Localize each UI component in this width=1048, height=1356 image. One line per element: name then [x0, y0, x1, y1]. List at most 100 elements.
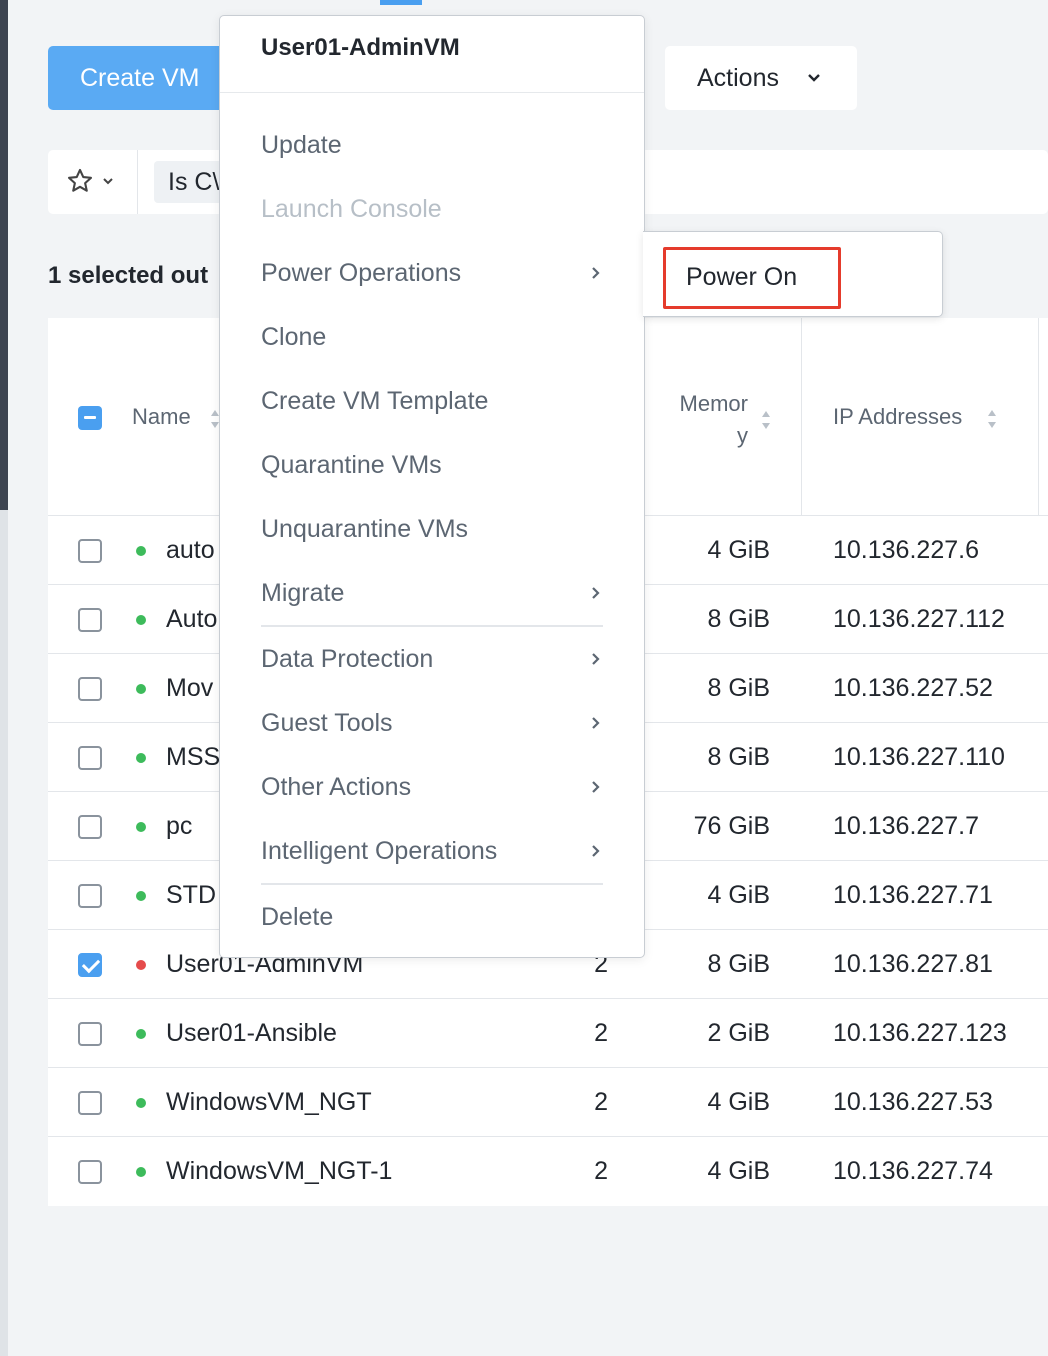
- menu-item-label: Intelligent Operations: [261, 837, 498, 865]
- vm-ip-address: 10.136.227.71: [833, 881, 993, 909]
- menu-item-launch-console: Launch Console: [220, 180, 644, 240]
- column-header-name[interactable]: Name: [132, 404, 191, 430]
- selection-summary: 1 selected out: [48, 262, 209, 289]
- vm-ip-address: 10.136.227.52: [833, 674, 993, 702]
- menu-item-label: Clone: [261, 323, 327, 351]
- chevron-right-icon: [590, 260, 600, 292]
- row-checkbox[interactable]: [78, 953, 102, 977]
- menu-item-guest-tools[interactable]: Guest Tools: [220, 694, 644, 754]
- vm-name[interactable]: WindowsVM_NGT-1: [166, 1157, 392, 1186]
- left-nav-edge: [0, 0, 8, 1356]
- menu-item-quarantine-vms[interactable]: Quarantine VMs: [220, 436, 644, 496]
- menu-item-clone[interactable]: Clone: [220, 308, 644, 368]
- power-status-indicator: [136, 1167, 146, 1177]
- vm-name[interactable]: Auto: [166, 605, 217, 634]
- row-checkbox[interactable]: [78, 539, 102, 563]
- vm-vcpu: 2: [594, 1019, 608, 1047]
- row-checkbox[interactable]: [78, 1091, 102, 1115]
- menu-divider: [261, 625, 603, 627]
- vm-memory: 8 GiB: [707, 674, 770, 702]
- chevron-right-icon: [590, 580, 600, 612]
- chevron-right-icon: [590, 646, 600, 678]
- menu-item-label: Other Actions: [261, 773, 412, 801]
- star-icon: [66, 167, 94, 200]
- vm-name[interactable]: WindowsVM_NGT: [166, 1088, 372, 1117]
- vm-ip-address: 10.136.227.110: [833, 743, 1005, 771]
- vm-memory: 2 GiB: [707, 1019, 770, 1047]
- menu-item-data-protection[interactable]: Data Protection: [220, 630, 644, 690]
- row-checkbox[interactable]: [78, 884, 102, 908]
- power-status-indicator: [136, 684, 146, 694]
- vm-name[interactable]: auto: [166, 536, 215, 565]
- table-row[interactable]: WindowsVM_NGT-1 2 4 GiB 10.136.227.74: [48, 1137, 1048, 1206]
- chevron-right-icon: [590, 710, 600, 742]
- vm-ip-address: 10.136.227.6: [833, 536, 979, 564]
- menu-item-label: Quarantine VMs: [261, 451, 442, 479]
- vm-memory: 4 GiB: [707, 1088, 770, 1116]
- favorites-filter-button[interactable]: [48, 150, 138, 214]
- menu-item-label: Power Operations: [261, 259, 462, 287]
- vm-ip-address: 10.136.227.53: [833, 1088, 993, 1116]
- vm-name[interactable]: Mov: [166, 674, 213, 703]
- column-header-ip-addresses[interactable]: IP Addresses: [833, 404, 962, 430]
- vm-memory: 76 GiB: [693, 812, 770, 840]
- power-status-indicator: [136, 753, 146, 763]
- row-checkbox[interactable]: [78, 677, 102, 701]
- vm-context-menu: User01-AdminVM Update Launch Console Power…: [219, 15, 645, 958]
- create-vm-button[interactable]: Create VM: [48, 46, 248, 110]
- row-checkbox[interactable]: [78, 746, 102, 770]
- vm-ip-address: 10.136.227.7: [833, 812, 979, 840]
- menu-divider: [261, 883, 603, 885]
- sort-icon[interactable]: [761, 411, 771, 429]
- menu-item-delete[interactable]: Delete: [220, 888, 644, 948]
- column-divider: [1038, 318, 1039, 516]
- power-status-indicator: [136, 615, 146, 625]
- power-status-indicator: [136, 546, 146, 556]
- vm-ip-address: 10.136.227.112: [833, 605, 1005, 633]
- vm-ip-address: 10.136.227.81: [833, 950, 993, 978]
- power-on-menu-item[interactable]: Power On: [663, 247, 841, 309]
- vm-name[interactable]: MSS: [166, 743, 220, 772]
- table-row[interactable]: WindowsVM_NGT 2 4 GiB 10.136.227.53: [48, 1068, 1048, 1137]
- row-checkbox[interactable]: [78, 1022, 102, 1046]
- power-status-indicator: [136, 891, 146, 901]
- menu-item-label: Update: [261, 131, 342, 159]
- menu-item-create-vm-template[interactable]: Create VM Template: [220, 372, 644, 432]
- power-status-indicator: [136, 1098, 146, 1108]
- sort-icon[interactable]: [987, 410, 997, 428]
- vm-ip-address: 10.136.227.123: [833, 1019, 1007, 1047]
- menu-item-label: Delete: [261, 903, 334, 931]
- power-status-indicator: [136, 822, 146, 832]
- row-checkbox[interactable]: [78, 1160, 102, 1184]
- select-all-checkbox[interactable]: [78, 406, 102, 430]
- context-menu-title: User01-AdminVM: [261, 34, 460, 61]
- memory-header-line2: y: [737, 423, 748, 448]
- menu-item-other-actions[interactable]: Other Actions: [220, 758, 644, 818]
- vm-name[interactable]: STD: [166, 881, 216, 910]
- vm-name[interactable]: User01-Ansible: [166, 1019, 337, 1048]
- active-tab-indicator: [380, 0, 422, 5]
- actions-dropdown-button[interactable]: Actions: [665, 46, 857, 110]
- menu-item-label: Create VM Template: [261, 387, 489, 415]
- menu-item-update[interactable]: Update: [220, 116, 644, 176]
- menu-item-label: Unquarantine VMs: [261, 515, 469, 543]
- menu-item-label: Launch Console: [261, 195, 442, 223]
- menu-item-migrate[interactable]: Migrate: [220, 564, 644, 624]
- vm-memory: 8 GiB: [707, 743, 770, 771]
- menu-item-label: Data Protection: [261, 645, 434, 673]
- column-header-memory[interactable]: Memor y: [660, 388, 748, 452]
- memory-header-line1: Memor: [679, 391, 748, 416]
- row-checkbox[interactable]: [78, 608, 102, 632]
- chevron-down-icon: [102, 170, 114, 196]
- power-status-indicator: [136, 960, 146, 970]
- menu-item-power-operations[interactable]: Power Operations: [220, 244, 644, 304]
- vm-name[interactable]: pc: [166, 812, 192, 841]
- menu-item-unquarantine-vms[interactable]: Unquarantine VMs: [220, 500, 644, 560]
- menu-item-label: Guest Tools: [261, 709, 393, 737]
- table-row[interactable]: User01-Ansible 2 2 GiB 10.136.227.123: [48, 999, 1048, 1068]
- vm-memory: 8 GiB: [707, 605, 770, 633]
- menu-divider: [220, 92, 644, 93]
- vm-memory: 4 GiB: [707, 1157, 770, 1185]
- menu-item-intelligent-operations[interactable]: Intelligent Operations: [220, 822, 644, 882]
- row-checkbox[interactable]: [78, 815, 102, 839]
